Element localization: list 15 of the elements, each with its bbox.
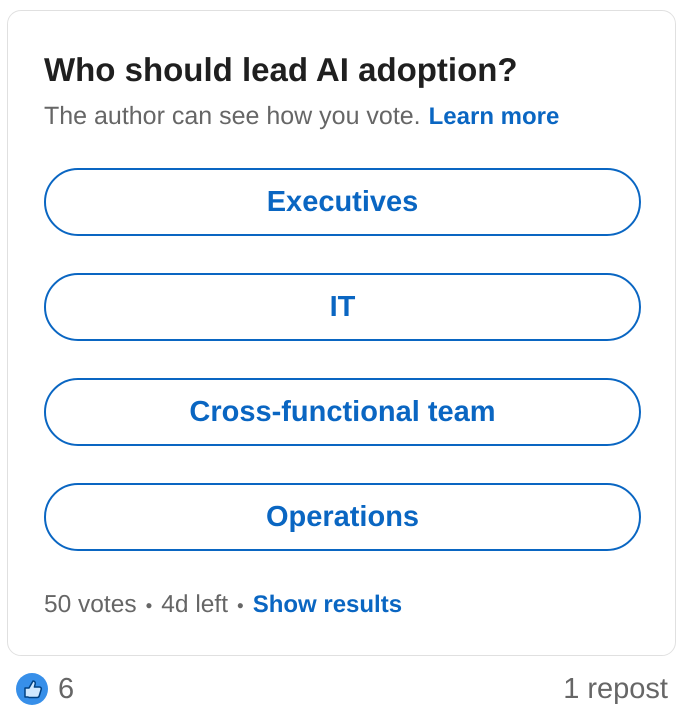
- poll-option-button[interactable]: Cross-functional team: [44, 378, 641, 446]
- reaction-count[interactable]: 6: [58, 672, 74, 706]
- separator-dot: •: [146, 595, 152, 619]
- poll-question: Who should lead AI adoption?: [44, 51, 518, 89]
- separator-dot: •: [237, 595, 244, 619]
- poll-note: The author can see how you vote.: [44, 101, 421, 131]
- poll-meta-text: 50 votes: [44, 590, 137, 620]
- poll-option-button[interactable]: IT: [44, 273, 641, 341]
- show-results-link[interactable]: Show results: [252, 590, 402, 620]
- repost-count[interactable]: 1 repost: [563, 672, 668, 706]
- learn-more-link[interactable]: Learn more: [428, 102, 560, 132]
- thumbs-up-icon: [16, 673, 48, 705]
- poll-option-button[interactable]: Operations: [44, 483, 641, 551]
- poll-option-button[interactable]: Executives: [44, 168, 641, 236]
- poll-meta-text: 4d left: [161, 590, 228, 620]
